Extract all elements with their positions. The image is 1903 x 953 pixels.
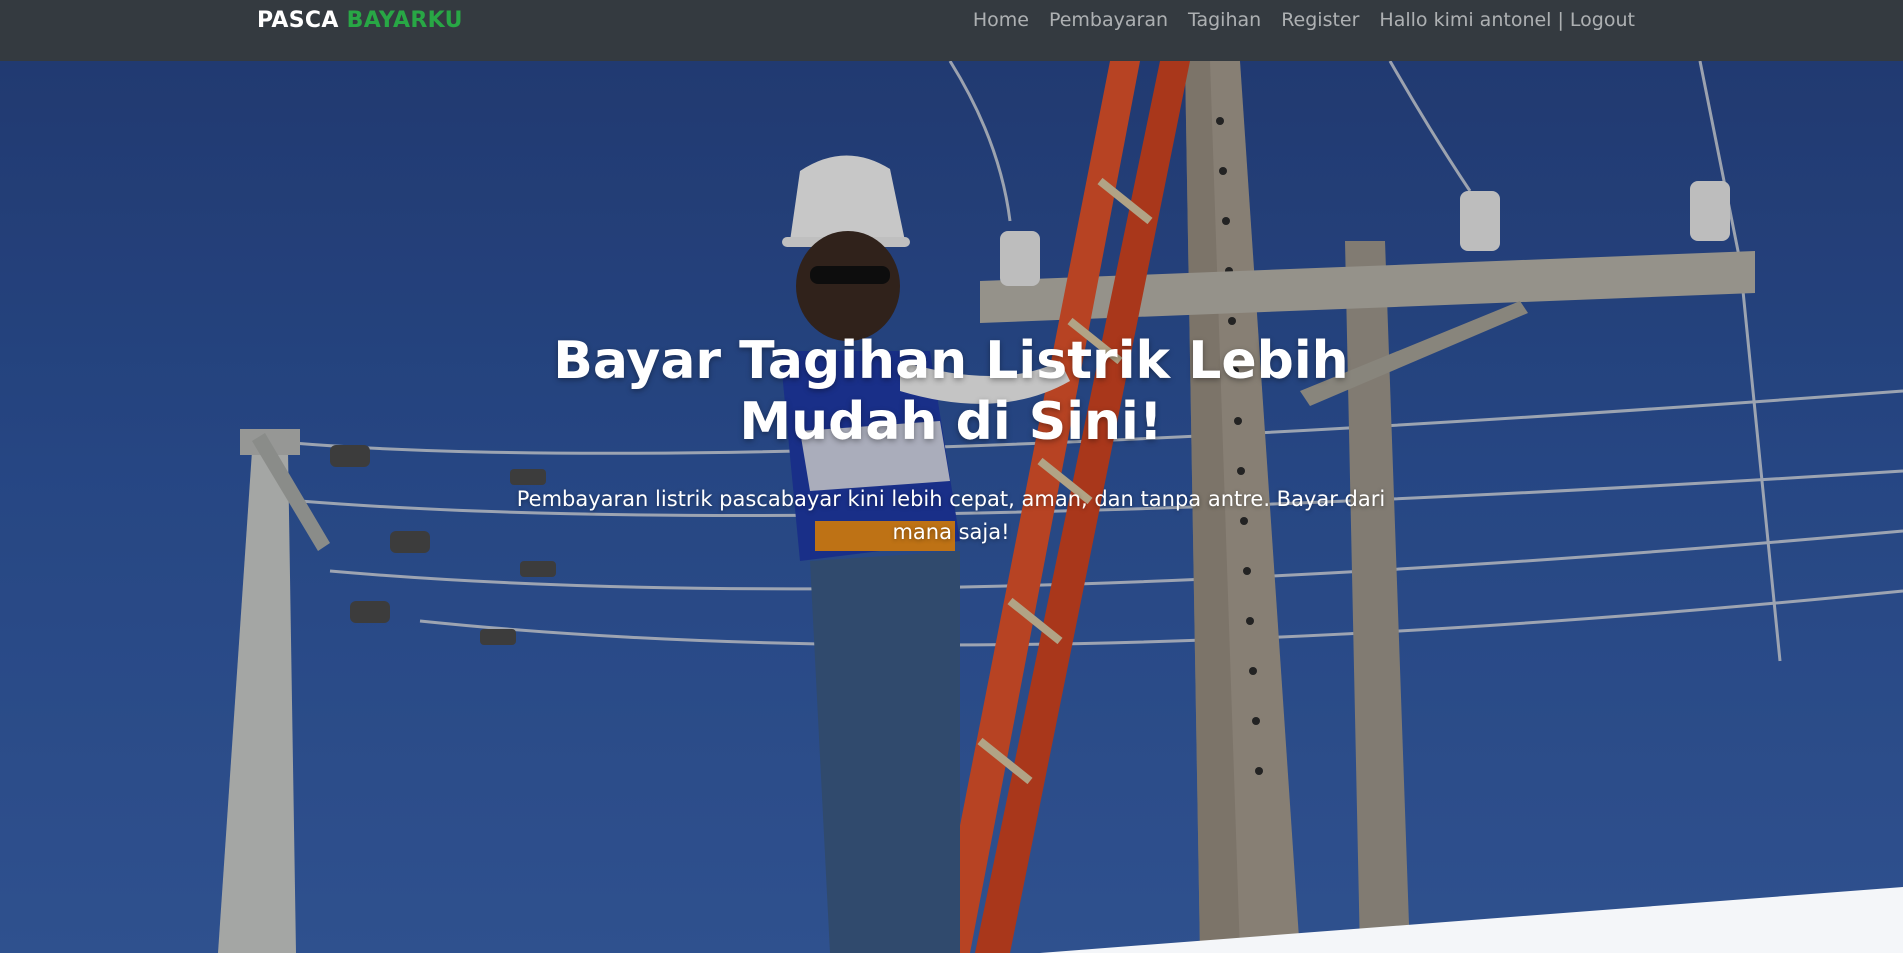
brand-primary-text: PASCA xyxy=(257,8,339,33)
hero-bottom-wave xyxy=(1040,887,1903,953)
brand-logo[interactable]: PASCA BAYARKU xyxy=(257,8,463,33)
nav-link-home[interactable]: Home xyxy=(973,9,1029,31)
nav-link-pembayaran[interactable]: Pembayaran xyxy=(1049,9,1168,31)
hero-title: Bayar Tagihan Listrik Lebih Mudah di Sin… xyxy=(553,331,1349,452)
nav-link-user-logout[interactable]: Hallo kimi antonel | Logout xyxy=(1379,9,1635,31)
hero-section: Bayar Tagihan Listrik Lebih Mudah di Sin… xyxy=(0,61,1903,953)
nav-link-register[interactable]: Register xyxy=(1281,9,1359,31)
top-navbar: PASCA BAYARKU Home Pembayaran Tagihan Re… xyxy=(0,0,1903,61)
nav-link-tagihan[interactable]: Tagihan xyxy=(1188,9,1261,31)
hero-content: Bayar Tagihan Listrik Lebih Mudah di Sin… xyxy=(451,331,1451,549)
brand-accent-text: BAYARKU xyxy=(346,8,463,33)
hero-subtitle: Pembayaran listrik pascabayar kini lebih… xyxy=(516,487,1386,544)
nav-links: Home Pembayaran Tagihan Register Hallo k… xyxy=(973,9,1635,31)
